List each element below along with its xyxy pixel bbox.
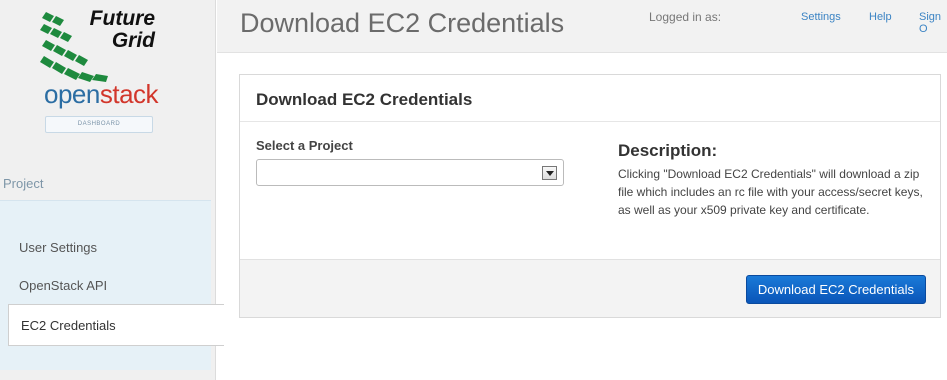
page-header: Download EC2 Credentials Logged in as: S… bbox=[217, 0, 947, 53]
sidebar-item-user-settings[interactable]: User Settings bbox=[19, 240, 97, 255]
project-select[interactable] bbox=[256, 159, 564, 186]
sidebar: Future Grid openstack DASHBOARD Project … bbox=[0, 0, 224, 380]
panel-title: Download EC2 Credentials bbox=[256, 90, 473, 109]
panel-footer: Download EC2 Credentials bbox=[240, 259, 940, 317]
dashboard-badge: DASHBOARD bbox=[45, 116, 153, 133]
openstack-wordmark: openstack bbox=[44, 79, 159, 109]
download-ec2-credentials-button[interactable]: Download EC2 Credentials bbox=[745, 275, 926, 304]
chevron-down-icon[interactable] bbox=[542, 166, 557, 180]
futuregrid-wordmark: Future Grid bbox=[89, 7, 155, 52]
description-title: Description: bbox=[618, 141, 718, 160]
download-credentials-panel: Download EC2 Credentials Select a Projec… bbox=[239, 74, 941, 318]
sidebar-item-openstack-api[interactable]: OpenStack API bbox=[19, 278, 107, 293]
settings-link[interactable]: Settings bbox=[801, 11, 841, 23]
logo[interactable]: Future Grid openstack DASHBOARD bbox=[0, 0, 216, 160]
help-link[interactable]: Help bbox=[869, 11, 892, 23]
sidebar-item-ec2-credentials[interactable]: EC2 Credentials bbox=[8, 304, 224, 346]
project-select-label: Select a Project bbox=[256, 138, 353, 153]
page-title: Download EC2 Credentials bbox=[240, 8, 565, 38]
panel-header: Download EC2 Credentials bbox=[240, 75, 940, 122]
logged-in-label: Logged in as: bbox=[649, 10, 722, 24]
description-text: Clicking "Download EC2 Credentials" will… bbox=[618, 167, 923, 217]
sidebar-item-label: EC2 Credentials bbox=[21, 318, 116, 333]
project-section-label[interactable]: Project bbox=[3, 176, 43, 191]
sign-out-link[interactable]: Sign O bbox=[919, 11, 947, 35]
